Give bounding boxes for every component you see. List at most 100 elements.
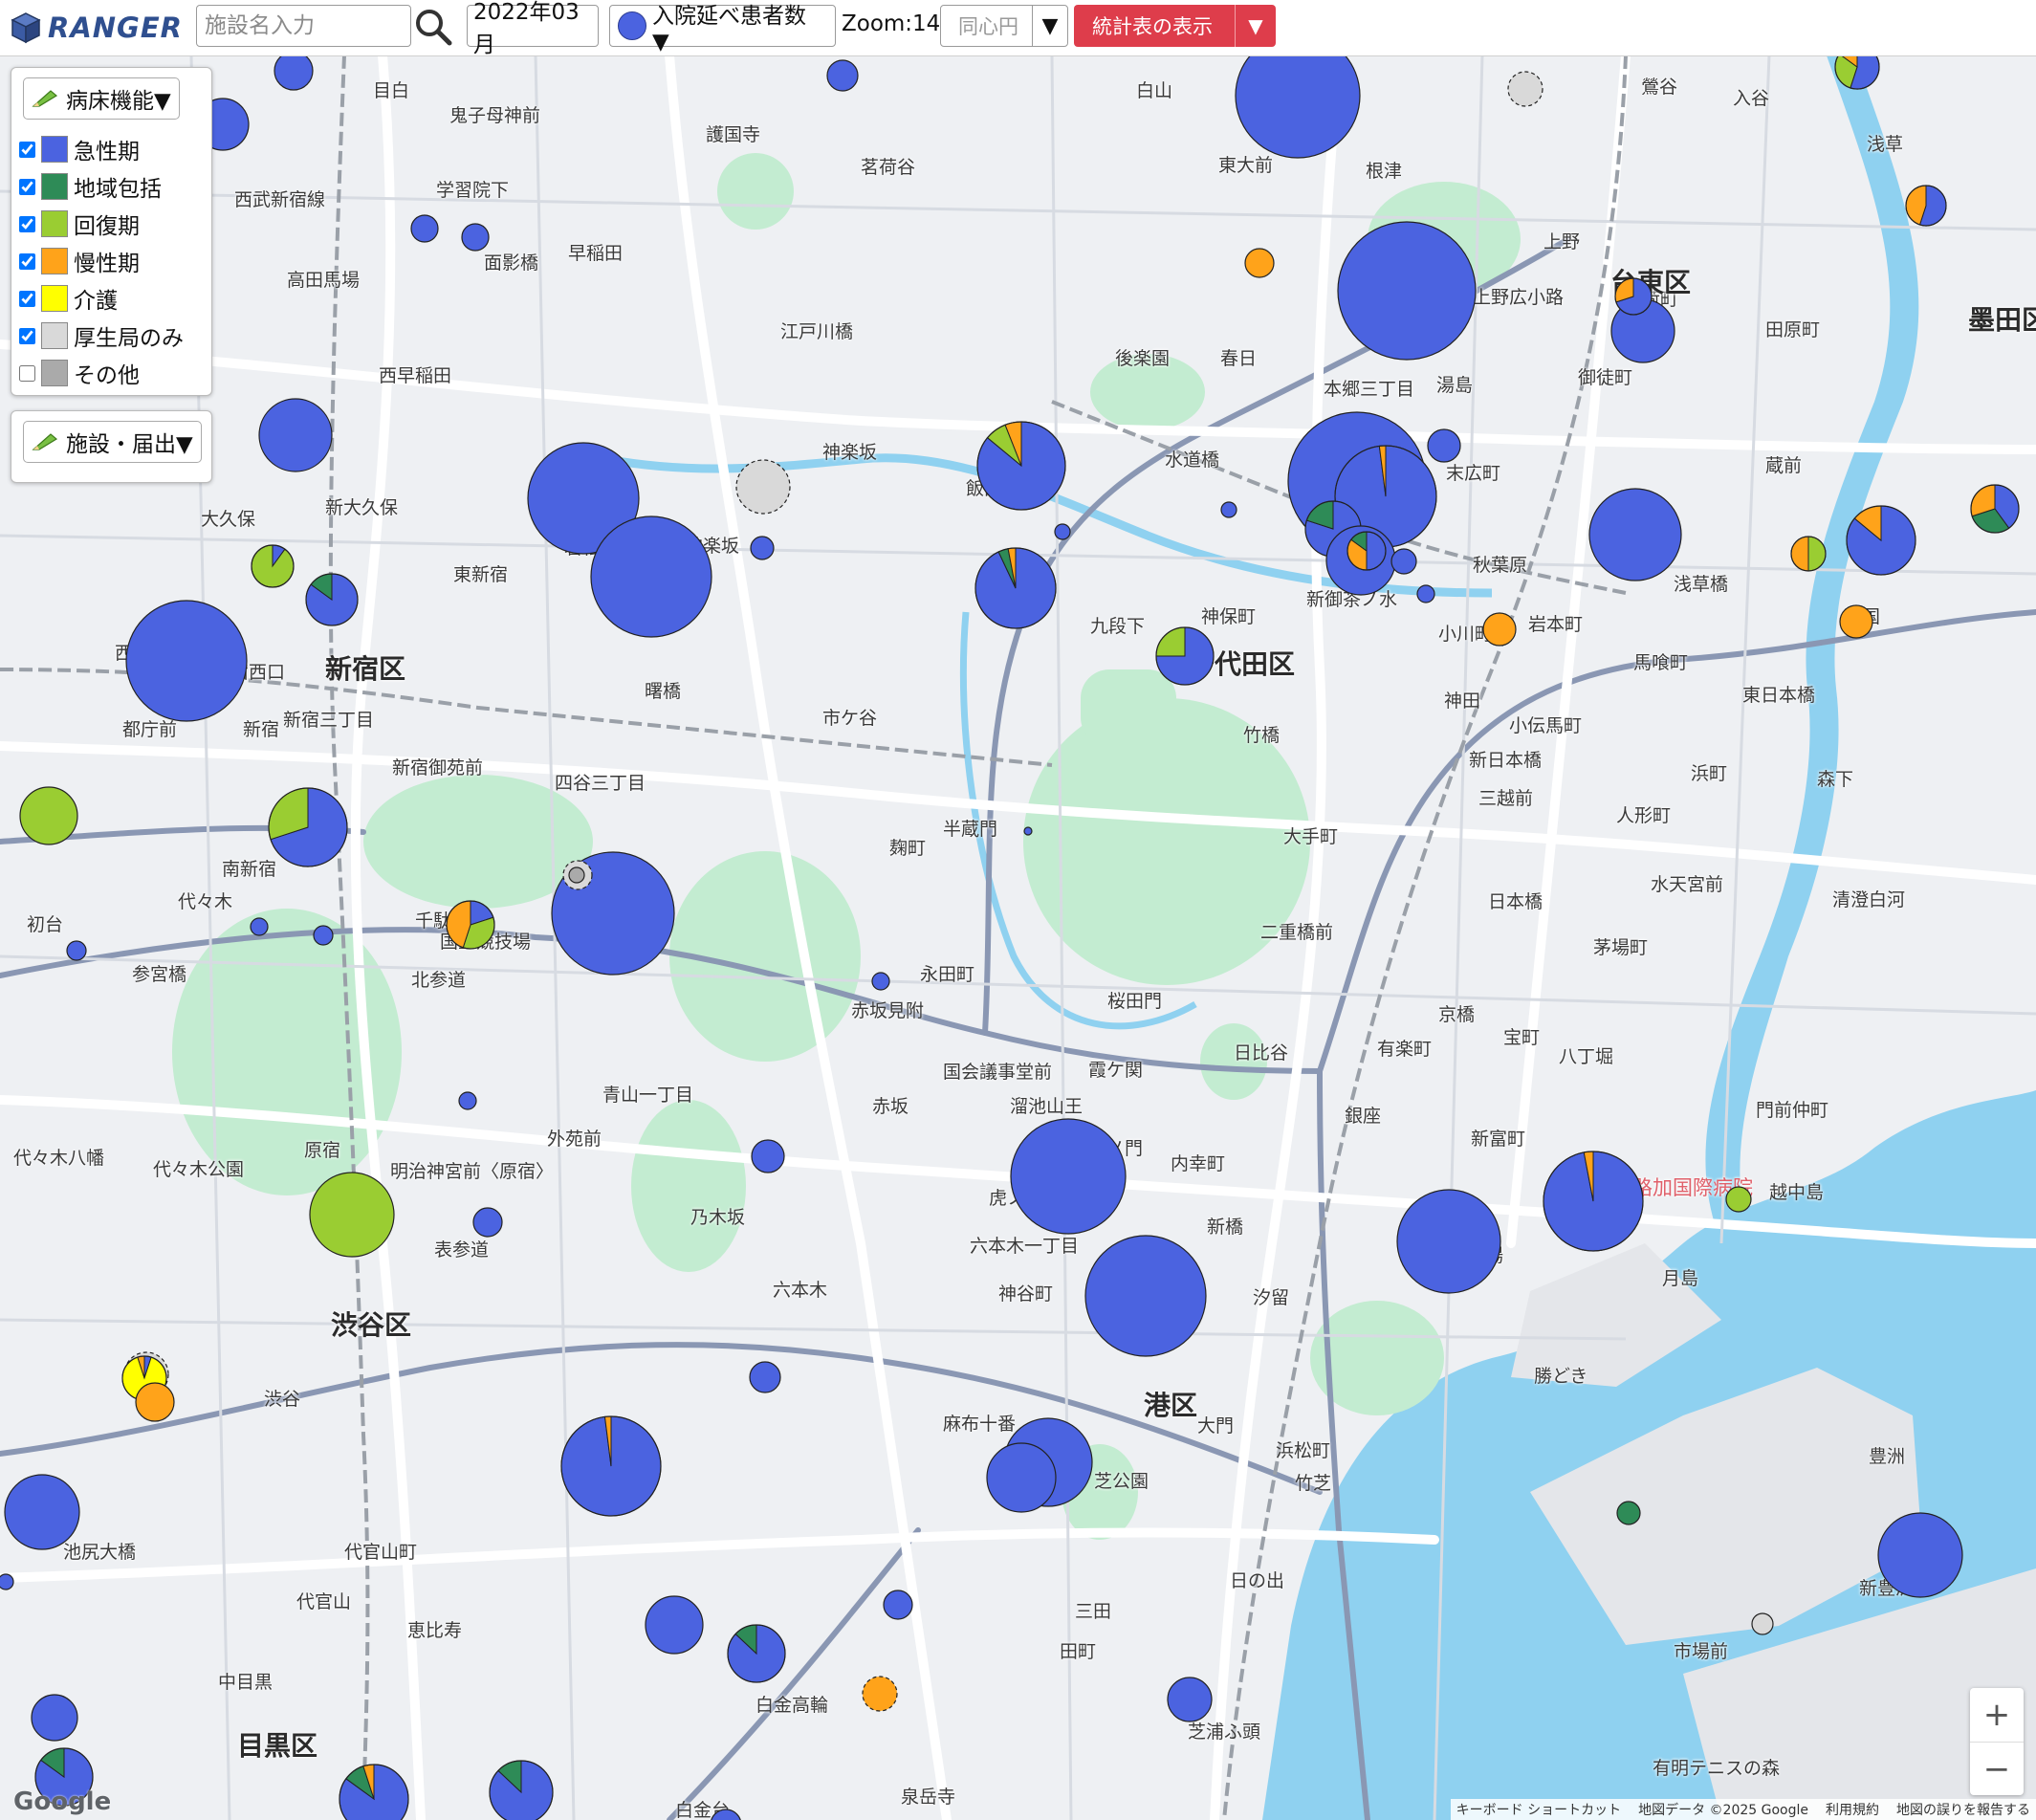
hospital-bubble[interactable] [826,59,859,92]
hospital-bubble[interactable] [410,214,439,243]
hospital-bubble[interactable] [339,1764,409,1820]
hospital-bubble[interactable] [1834,55,1880,90]
hospital-bubble[interactable] [250,917,269,936]
concentric-dropdown-arrow[interactable]: ▼ [1032,6,1067,46]
hospital-bubble[interactable] [1482,612,1517,647]
hospital-bubble[interactable] [986,1442,1057,1513]
hospital-bubble[interactable] [1751,1612,1774,1635]
hospital-bubble[interactable] [1155,626,1215,686]
hospital-bubble[interactable] [251,544,295,588]
hospital-bubble[interactable] [19,786,78,845]
hospital-bubble[interactable] [446,900,495,950]
hospital-bubble[interactable] [590,515,712,638]
hospital-bubble[interactable] [645,1595,704,1655]
bubble-slice [1054,523,1071,540]
bubble-slice [258,398,333,472]
hospital-bubble[interactable] [135,1382,175,1422]
hospital-bubble[interactable] [274,55,314,91]
bubble-slice [1244,248,1275,278]
hospital-bubble[interactable] [751,1139,785,1173]
hospital-bubble[interactable] [1010,1118,1127,1235]
hospital-bubble[interactable] [1390,548,1417,575]
show-statistics-button[interactable]: 統計表の表示 ▼ [1074,5,1276,47]
hospital-bubble[interactable] [749,1361,781,1393]
hospital-bubble[interactable] [258,398,333,472]
hospital-bubble[interactable] [1427,428,1461,463]
bed-function-dropdown[interactable]: 病床機能▼ [23,77,180,120]
hospital-bubble[interactable] [1970,484,2020,534]
hospital-bubble[interactable] [727,1624,786,1683]
hospital-bubble[interactable] [735,459,791,515]
hospital-bubble[interactable] [711,1809,741,1820]
legend-checkbox[interactable] [19,178,35,195]
hospital-bubble[interactable] [974,547,1057,629]
hospital-bubble[interactable] [1416,584,1435,603]
hospital-bubble[interactable] [1905,185,1947,227]
search-icon[interactable] [413,7,453,47]
hospital-bubble[interactable] [1877,1512,1963,1598]
hospital-bubble[interactable] [1084,1235,1207,1357]
hospital-bubble[interactable] [871,972,890,991]
hospital-bubble[interactable] [1054,523,1071,540]
bubble-slice [750,536,775,560]
hospital-bubble[interactable] [31,1694,78,1742]
bubble-slice [826,59,859,92]
hospital-bubble[interactable] [1839,604,1873,639]
hospital-bubble[interactable] [1507,71,1543,107]
hospital-bubble[interactable] [472,1207,503,1238]
zoom-out-button[interactable]: − [1970,1742,2024,1796]
legend-checkbox[interactable] [19,252,35,270]
terms-link[interactable]: 利用規約 [1826,1800,1879,1819]
bubble-slice [1010,1118,1127,1235]
hospital-bubble[interactable] [1543,1151,1644,1252]
hospital-bubble[interactable] [1235,55,1361,159]
hospital-bubble[interactable] [976,421,1066,511]
month-selector[interactable]: 2022年03月 [467,0,599,57]
hospital-bubble[interactable] [1614,277,1653,316]
legend-checkbox[interactable] [19,141,35,158]
hospital-bubble[interactable] [1023,826,1033,836]
hospital-bubble[interactable] [458,1091,477,1110]
legend-checkbox[interactable] [19,290,35,307]
hospital-bubble[interactable] [1725,1186,1752,1213]
hospital-bubble[interactable] [862,1676,898,1712]
hospital-bubble[interactable] [268,787,348,867]
map-canvas[interactable]: 目白 鬼子母神前 護国寺 茗荷谷 白山 東大前 根津 鶯谷 入谷 浅草 西武新宿線 学習院下 面影橋 早稲… [0,55,2036,1820]
keyboard-shortcuts-link[interactable]: キーボード ショートカット [1456,1800,1621,1819]
hospital-bubble[interactable] [489,1760,554,1820]
hospital-bubble[interactable] [309,1172,395,1258]
legend-checkbox[interactable] [19,364,35,382]
hospital-bubble[interactable] [1396,1189,1501,1294]
hospital-bubble[interactable] [560,1415,662,1517]
facility-search-input[interactable] [196,5,411,47]
hospital-bubble[interactable] [4,1474,80,1550]
hospital-bubble[interactable] [1167,1677,1213,1722]
hospital-bubble[interactable] [461,223,490,252]
legend-checkbox[interactable] [19,327,35,344]
facility-dropdown[interactable]: 施設・届出▼ [23,421,202,463]
hospital-bubble[interactable] [1337,221,1477,361]
metric-selector[interactable]: 入院延べ患者数 ▼ [609,4,836,55]
ranger-logo[interactable]: RANGER [10,10,183,46]
hospital-bubble[interactable] [883,1590,913,1620]
hospital-bubble[interactable] [313,925,334,946]
bubble-slice [1751,1612,1774,1635]
hospital-bubble[interactable] [568,866,585,884]
hospital-bubble[interactable] [1588,488,1682,581]
hospital-bubble[interactable] [1790,536,1827,572]
hospital-bubble[interactable] [66,940,87,961]
hospital-bubble[interactable] [0,1573,14,1590]
report-error-link[interactable]: 地図の誤りを報告する [1896,1800,2030,1819]
hospital-bubble[interactable] [1244,248,1275,278]
hospital-bubble[interactable] [305,573,359,626]
concentric-circle-select[interactable]: 同心円 ▼ [940,5,1068,47]
hospital-bubble[interactable] [1220,501,1237,518]
legend-checkbox[interactable] [19,215,35,232]
hospital-bubble[interactable] [125,600,248,722]
hospital-bubble[interactable] [750,536,775,560]
hospital-bubble[interactable] [1616,1501,1641,1525]
hospital-bubble[interactable] [1846,505,1916,576]
zoom-in-button[interactable]: + [1970,1688,2024,1742]
hospital-bubble[interactable] [1346,531,1387,571]
stats-dropdown-arrow[interactable]: ▼ [1235,5,1276,47]
